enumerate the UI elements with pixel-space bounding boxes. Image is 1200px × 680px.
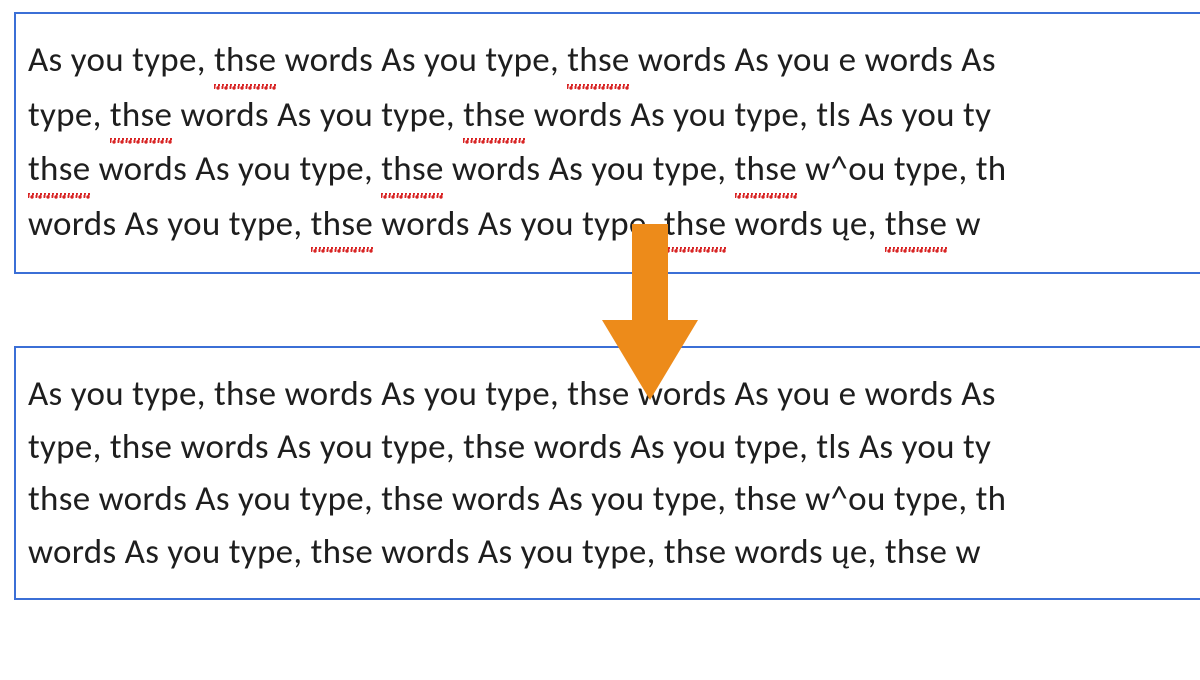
text-segment: thse words As you type, thse words As yo… bbox=[28, 478, 1006, 520]
text-segment: words As you type, bbox=[444, 148, 735, 190]
misspelled-word: thse bbox=[885, 198, 947, 253]
text-segment: words As you e words As bbox=[630, 39, 996, 81]
misspelled-word: thse bbox=[28, 143, 90, 198]
text-segment: type, bbox=[28, 94, 110, 136]
text-segment: As you type, thse words As you type, ths… bbox=[28, 373, 996, 415]
text-segment: words ųe, bbox=[726, 203, 885, 245]
text-segment: words As you type, bbox=[373, 203, 664, 245]
text-line: thse words As you type, thse words As yo… bbox=[28, 473, 1200, 526]
misspelled-word: thse bbox=[214, 34, 276, 89]
text-segment: words As you type, bbox=[28, 203, 311, 245]
misspelled-word: thse bbox=[110, 89, 172, 144]
text-segment: words As you type, bbox=[90, 148, 381, 190]
misspelled-word: thse bbox=[311, 198, 373, 253]
text-segment: As you type, bbox=[28, 39, 214, 81]
text-line: As you type, thse words As you type, ths… bbox=[28, 34, 1200, 89]
text-line: words As you type, thse words As you typ… bbox=[28, 526, 1200, 579]
text-segment: w^ou type, th bbox=[797, 148, 1006, 190]
text-line: type, thse words As you type, thse words… bbox=[28, 89, 1200, 144]
misspelled-word: thse bbox=[381, 143, 443, 198]
misspelled-word: thse bbox=[567, 34, 629, 89]
misspelled-word: thse bbox=[735, 143, 797, 198]
text-segment: type, thse words As you type, thse words… bbox=[28, 426, 991, 468]
text-line: thse words As you type, thse words As yo… bbox=[28, 143, 1200, 198]
text-segment: words As you type, bbox=[276, 39, 567, 81]
text-segment: words As you type, bbox=[172, 94, 463, 136]
before-box: As you type, thse words As you type, ths… bbox=[14, 12, 1200, 274]
text-segment: words As you type, tls As you ty bbox=[526, 94, 992, 136]
misspelled-word: thse bbox=[664, 198, 726, 253]
text-line: type, thse words As you type, thse words… bbox=[28, 421, 1200, 474]
after-box: As you type, thse words As you type, ths… bbox=[14, 346, 1200, 600]
misspelled-word: thse bbox=[463, 89, 525, 144]
text-segment: w bbox=[947, 203, 981, 245]
text-line: words As you type, thse words As you typ… bbox=[28, 198, 1200, 253]
text-line: As you type, thse words As you type, ths… bbox=[28, 368, 1200, 421]
text-segment: words As you type, thse words As you typ… bbox=[28, 531, 981, 573]
